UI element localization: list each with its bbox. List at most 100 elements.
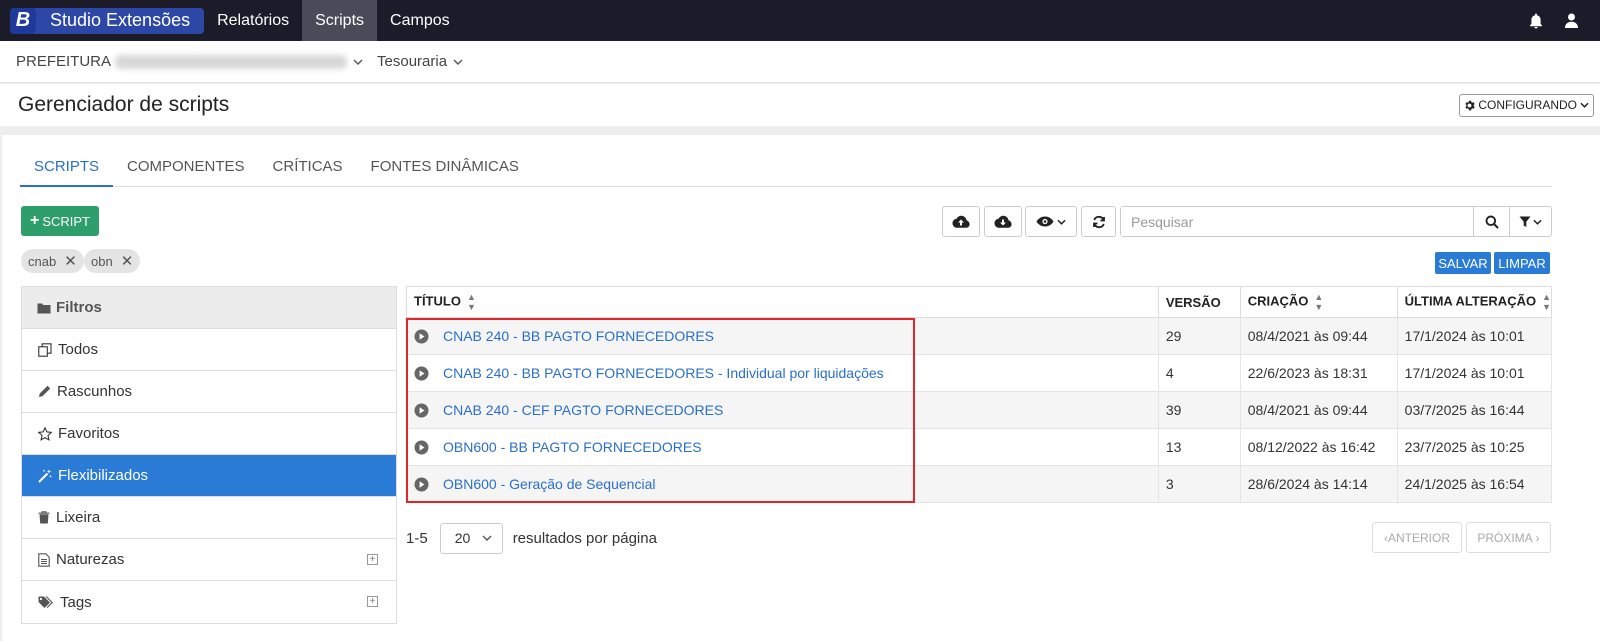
entity-selector[interactable]: PREFEITURA: [16, 53, 363, 70]
chevron-right-icon: ›: [1535, 530, 1540, 545]
column-header-criacao[interactable]: CRIAÇÃO ▲ ▼: [1239, 286, 1398, 318]
chevron-down-icon: [353, 59, 363, 65]
sidebar-item-todos[interactable]: Todos: [22, 329, 396, 371]
play-circle-icon[interactable]: [414, 366, 429, 381]
close-icon[interactable]: ✕: [64, 254, 77, 269]
sidebar-item-label: Tags: [60, 593, 92, 611]
search-icon: [1485, 215, 1499, 229]
title-cell: CNAB 240 - CEF PAGTO FORNECEDORES: [406, 391, 1159, 429]
filter-icon: [1519, 216, 1531, 227]
tab-componentes[interactable]: COMPONENTES: [113, 151, 259, 187]
module-label: Tesouraria: [377, 53, 448, 70]
title-cell: CNAB 240 - BB PAGTO FORNECEDORES - Indiv…: [406, 354, 1159, 392]
close-icon[interactable]: ✕: [121, 254, 134, 269]
version-cell: 29: [1157, 317, 1241, 355]
refresh-icon: [1092, 215, 1105, 228]
title-cell: OBN600 - Geração de Sequencial: [406, 465, 1159, 503]
play-circle-icon[interactable]: [414, 477, 429, 492]
updated-cell: 23/7/2025 às 10:25: [1396, 428, 1553, 466]
filter-dropdown[interactable]: [1509, 207, 1551, 236]
expand-icon[interactable]: +: [367, 596, 378, 607]
chevron-down-icon: [453, 59, 463, 65]
version-cell: 3: [1157, 465, 1241, 503]
chip-label: cnab: [28, 253, 57, 269]
play-circle-icon[interactable]: [414, 329, 429, 344]
next-page-button[interactable]: PRÓXIMA ›: [1466, 522, 1551, 553]
script-title-link[interactable]: CNAB 240 - CEF PAGTO FORNECEDORES: [443, 402, 723, 418]
version-cell: 4: [1157, 354, 1241, 392]
column-header-ultima-alteracao[interactable]: ÚLTIMA ALTERAÇÃO ▲ ▼: [1396, 286, 1553, 318]
pencil-icon: [39, 385, 51, 397]
main-content: SCRIPTS COMPONENTES CRÍTICAS FONTES DINÂ…: [2, 135, 1600, 641]
play-circle-icon[interactable]: [414, 440, 429, 455]
sidebar-item-rascunhos[interactable]: Rascunhos: [22, 371, 396, 413]
brand-logo: B: [10, 7, 36, 34]
sidebar-item-flexibilizados[interactable]: Flexibilizados: [22, 455, 396, 497]
configurando-dropdown[interactable]: CONFIGURANDO: [1459, 93, 1594, 117]
script-title-link[interactable]: OBN600 - Geração de Sequencial: [443, 476, 655, 492]
document-icon: [38, 552, 50, 567]
sidebar-item-label: Rascunhos: [57, 383, 133, 400]
table-header-row: TÍTULO ▲ ▼ VERSÃO CRIAÇÃO ▲ ▼ ÚLTIMA ALTERAÇ…: [406, 286, 1553, 318]
eye-icon: [1036, 216, 1054, 227]
tags-icon: [38, 596, 53, 608]
title-cell: OBN600 - BB PAGTO FORNECEDORES: [406, 428, 1159, 466]
module-selector[interactable]: Tesouraria: [377, 53, 463, 70]
view-options-dropdown[interactable]: [1025, 206, 1077, 237]
brand-name: Studio Extensões: [50, 10, 191, 30]
clear-button[interactable]: LIMPAR: [1494, 252, 1550, 274]
top-navbar: B Studio Extensões Relatórios Scripts Ca…: [0, 0, 1600, 41]
sidebar-item-label: Flexibilizados: [58, 467, 149, 484]
tab-scripts[interactable]: SCRIPTS: [20, 151, 114, 187]
created-cell: 08/4/2021 às 09:44: [1239, 317, 1398, 355]
nav-campos[interactable]: Campos: [377, 0, 463, 41]
add-script-button[interactable]: + SCRIPT: [21, 206, 99, 236]
scripts-table: TÍTULO ▲ ▼ VERSÃO CRIAÇÃO ▲ ▼ ÚLTIMA ALTERAÇ…: [406, 286, 1553, 503]
tab-criticas[interactable]: CRÍTICAS: [259, 151, 357, 187]
per-page-value: 20: [454, 530, 471, 546]
brand[interactable]: B Studio Extensões: [10, 7, 205, 34]
previous-page-button[interactable]: ‹ ANTERIOR: [1372, 522, 1462, 553]
refresh-button[interactable]: [1081, 206, 1116, 237]
download-button[interactable]: [984, 206, 1022, 237]
sort-icon: ▲ ▼: [1542, 292, 1551, 312]
nav-relatorios[interactable]: Relatórios: [204, 0, 302, 41]
expand-icon[interactable]: +: [367, 554, 378, 565]
sidebar-item-lixeira[interactable]: Lixeira: [22, 497, 396, 539]
chevron-down-icon: [1533, 219, 1542, 225]
tab-bar: SCRIPTS COMPONENTES CRÍTICAS FONTES DINÂ…: [20, 151, 1552, 187]
per-page-select[interactable]: 20: [439, 522, 503, 554]
chevron-down-icon: [1057, 219, 1066, 225]
search-button[interactable]: [1473, 207, 1509, 236]
nav-scripts[interactable]: Scripts: [302, 0, 378, 41]
script-title-link[interactable]: OBN600 - BB PAGTO FORNECEDORES: [443, 439, 702, 455]
play-circle-icon[interactable]: [414, 403, 429, 418]
table-row: CNAB 240 - BB PAGTO FORNECEDORES 29 08/4…: [406, 317, 1553, 355]
tab-fontes-dinamicas[interactable]: FONTES DINÂMICAS: [357, 151, 533, 187]
upload-button[interactable]: [942, 206, 980, 237]
sidebar-item-label: Favoritos: [58, 425, 120, 442]
bell-icon[interactable]: [1529, 13, 1543, 29]
search-input[interactable]: [1121, 207, 1473, 236]
sidebar-item-naturezas[interactable]: Naturezas +: [22, 539, 396, 581]
script-title-link[interactable]: CNAB 240 - BB PAGTO FORNECEDORES: [443, 328, 714, 344]
previous-label: ANTERIOR: [1387, 530, 1450, 545]
pagination: 1-5 20 resultados por página: [406, 522, 657, 554]
sidebar-item-tags[interactable]: Tags +: [22, 581, 396, 623]
configurando-label: CONFIGURANDO: [1478, 98, 1577, 112]
script-title-link[interactable]: CNAB 240 - BB PAGTO FORNECEDORES - Indiv…: [443, 365, 884, 381]
per-page-label: resultados por página: [512, 529, 657, 547]
version-cell: 39: [1157, 391, 1241, 429]
plus-icon: +: [29, 212, 40, 229]
sidebar-item-favoritos[interactable]: Favoritos: [22, 413, 396, 455]
sidebar-item-label: Lixeira: [56, 509, 101, 526]
save-button[interactable]: SALVAR: [1435, 252, 1491, 274]
chevron-down-icon: [482, 535, 492, 541]
user-icon[interactable]: [1565, 13, 1578, 28]
tag-chip-cnab: cnab ✕: [21, 249, 84, 273]
copy-icon: [38, 342, 52, 357]
created-cell: 08/4/2021 às 09:44: [1239, 391, 1398, 429]
column-header-titulo[interactable]: TÍTULO ▲ ▼: [406, 286, 1159, 318]
tag-chip-obn: obn ✕: [84, 249, 141, 273]
star-icon: [38, 426, 52, 441]
